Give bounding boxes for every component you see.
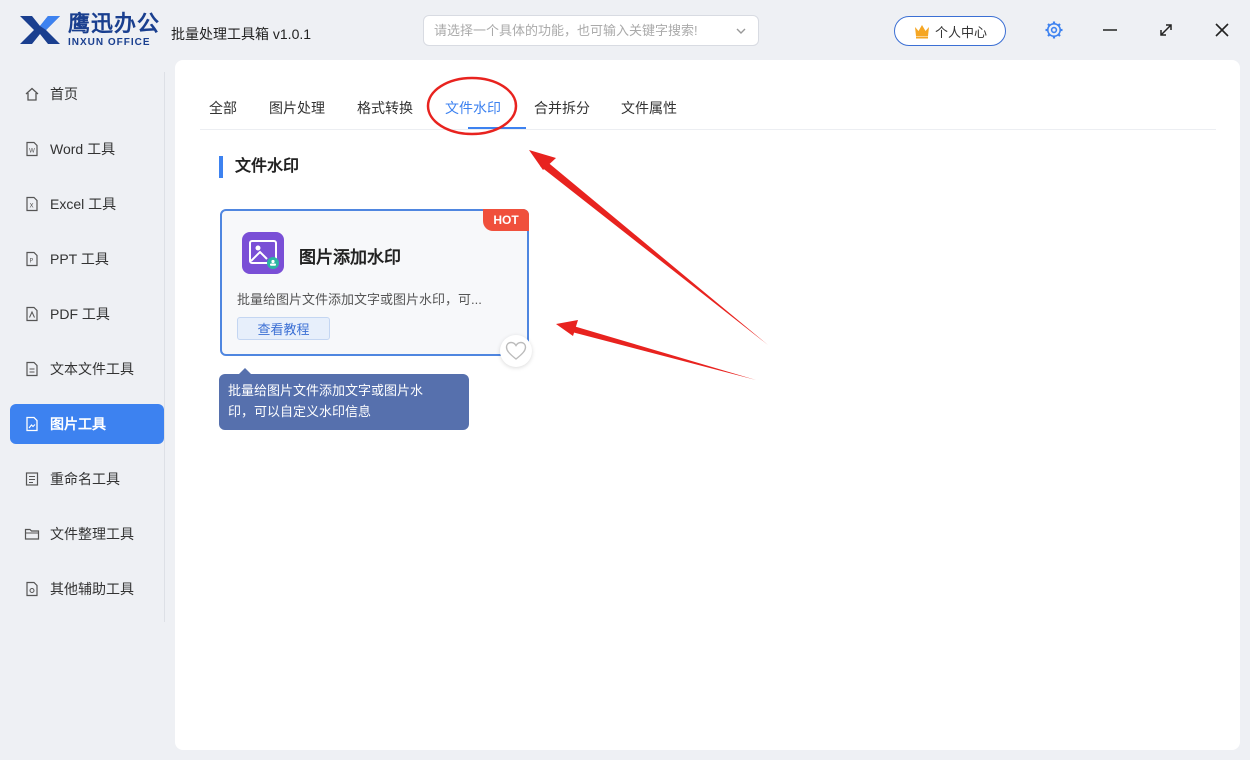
sidebar-item-label: 文件整理工具 (50, 526, 134, 542)
sidebar-item-image[interactable]: 图片工具 (10, 404, 164, 444)
text-file-icon (26, 361, 38, 377)
tooltip-line-2: 印，可以自定义水印信息 (228, 404, 372, 419)
section-title: 文件水印 (219, 156, 299, 178)
rename-icon (25, 472, 39, 486)
image-file-icon (26, 416, 38, 432)
sidebar-item-label: PPT 工具 (50, 251, 109, 267)
tab-image-processing[interactable]: 图片处理 (269, 98, 325, 118)
app-title: 批量处理工具箱 v1.0.1 (171, 26, 312, 42)
tab-merge-split[interactable]: 合并拆分 (534, 98, 590, 118)
sidebar-item-label: 其他辅助工具 (50, 581, 134, 597)
folder-icon (24, 528, 40, 540)
view-tutorial-button[interactable]: 查看教程 (237, 317, 330, 340)
svg-text:P: P (30, 258, 34, 265)
sidebar-item-excel[interactable]: X Excel 工具 (10, 184, 164, 224)
sidebar-item-ppt[interactable]: P PPT 工具 (10, 239, 164, 279)
tab-file-watermark[interactable]: 文件水印 (445, 98, 501, 118)
tool-card-image-watermark[interactable]: HOT 图片添加水印 批量给图片文件添加文字或图片水印，可... 查看教程 (220, 209, 529, 356)
heart-icon (505, 341, 527, 360)
sidebar-item-text[interactable]: 文本文件工具 (10, 349, 164, 389)
chevron-down-icon[interactable] (734, 24, 748, 38)
hot-badge: HOT (483, 209, 529, 231)
sidebar-item-label: Word 工具 (50, 141, 116, 157)
home-icon (25, 87, 39, 101)
maximize-icon[interactable] (1156, 20, 1176, 40)
sidebar-item-pdf[interactable]: PDF 工具 (10, 294, 164, 334)
crown-icon (914, 25, 929, 39)
user-center-label: 个人中心 (934, 24, 987, 40)
sidebar: 首页 W Word 工具 X Excel 工具 P PPT 工具 PDF 工具 … (0, 65, 166, 625)
settings-gear-icon[interactable] (1044, 20, 1064, 40)
minimize-icon[interactable] (1100, 20, 1120, 40)
card-description: 批量给图片文件添加文字或图片水印，可... (237, 292, 482, 307)
svg-text:W: W (29, 148, 35, 155)
sidebar-item-label: Excel 工具 (50, 196, 117, 212)
image-watermark-icon (242, 232, 284, 274)
sidebar-item-label: 首页 (50, 86, 78, 102)
app-logo: 鹰迅办公 INXUN OFFICE (18, 12, 160, 48)
tab-format-conversion[interactable]: 格式转换 (357, 98, 413, 118)
tab-file-properties[interactable]: 文件属性 (621, 98, 677, 118)
tooltip-line-1: 批量给图片文件添加文字或图片水 (228, 383, 424, 398)
category-tabs: 全部 图片处理 格式转换 文件水印 合并拆分 文件属性 (200, 60, 1216, 130)
search-box[interactable] (423, 15, 759, 46)
sidebar-item-home[interactable]: 首页 (10, 74, 164, 114)
word-file-icon: W (26, 141, 38, 157)
sidebar-item-misc[interactable]: 其他辅助工具 (10, 569, 164, 609)
misc-file-icon (26, 581, 38, 597)
pdf-file-icon (26, 306, 38, 322)
main-panel: 全部 图片处理 格式转换 文件水印 合并拆分 文件属性 文件水印 HOT 图片添… (175, 60, 1240, 750)
title-bar: 鹰迅办公 INXUN OFFICE 批量处理工具箱 v1.0.1 个人中心 (0, 0, 1250, 60)
logo-cn-text: 鹰迅办公 (68, 10, 161, 36)
sidebar-item-file-organize[interactable]: 文件整理工具 (10, 514, 164, 554)
sidebar-item-label: 文本文件工具 (50, 361, 134, 377)
logo-en-text: INXUN OFFICE (68, 36, 151, 48)
sidebar-item-label: 重命名工具 (50, 471, 120, 487)
sidebar-item-word[interactable]: W Word 工具 (10, 129, 164, 169)
sidebar-item-rename[interactable]: 重命名工具 (10, 459, 164, 499)
tab-all[interactable]: 全部 (209, 98, 237, 118)
user-center-button[interactable]: 个人中心 (894, 16, 1006, 46)
search-input[interactable] (434, 23, 734, 38)
svg-text:X: X (30, 203, 34, 210)
excel-file-icon: X (26, 196, 38, 212)
card-tooltip: 批量给图片文件添加文字或图片水 印，可以自定义水印信息 (219, 368, 469, 430)
sidebar-item-label: 图片工具 (50, 416, 106, 432)
close-icon[interactable] (1212, 20, 1232, 40)
sidebar-divider (164, 72, 165, 622)
card-title: 图片添加水印 (299, 248, 401, 267)
ppt-file-icon: P (26, 251, 38, 267)
favorite-heart-button[interactable] (500, 335, 532, 367)
active-tab-underline (468, 127, 526, 129)
sidebar-item-label: PDF 工具 (50, 306, 110, 322)
logo-mark-icon (20, 16, 60, 44)
